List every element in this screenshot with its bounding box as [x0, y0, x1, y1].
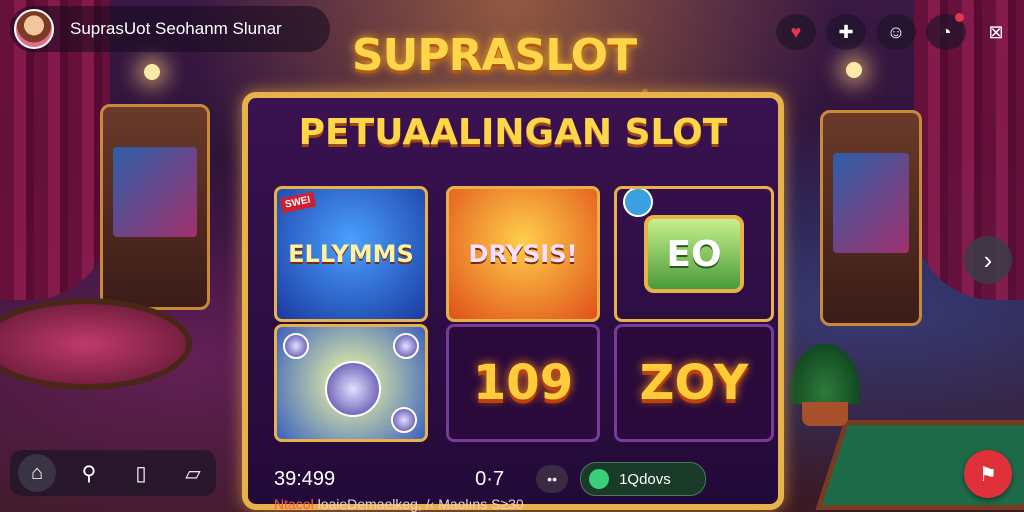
tile-label: DRYSIS!	[468, 240, 578, 268]
flag-icon[interactable]: ⚑	[964, 450, 1012, 498]
tile-label: 109	[472, 355, 574, 411]
game-tile[interactable]	[274, 324, 428, 442]
game-tile[interactable]: SWEI ELLYMMS	[274, 186, 428, 322]
chat-bubble-icon[interactable]: ◔	[926, 13, 966, 50]
ceiling-light	[144, 64, 160, 80]
cat-face-icon[interactable]: ☺	[876, 14, 916, 50]
plant	[790, 344, 860, 404]
footer-body: loaieDemaelkeg, /‹ Maolıns S≥30	[317, 496, 524, 512]
brand-logo: SUPRASLOT	[351, 30, 637, 81]
top-icons: ♥ ✚ ☺ ◔ ⊠	[776, 13, 1016, 50]
tile-label: ELLYMMS	[288, 240, 414, 268]
ceiling-light	[846, 62, 862, 78]
close-box-icon[interactable]: ⊠	[976, 14, 1016, 50]
slot-machine-right	[820, 110, 922, 326]
avatar[interactable]	[14, 9, 54, 49]
roulette-table	[0, 298, 192, 390]
chip-icon	[283, 333, 309, 359]
coin-icon	[589, 469, 610, 489]
footer-highlight: Ntacol	[274, 496, 314, 512]
machine-screen	[113, 147, 197, 237]
pause-button[interactable]: ••	[536, 465, 569, 493]
gallery-icon[interactable]: ▱	[174, 454, 212, 492]
notification-dot	[955, 13, 964, 22]
tile-label: EO	[666, 233, 722, 275]
tile-label: ZOY	[639, 355, 749, 411]
chip-icon	[393, 333, 419, 359]
gem-frame: EO	[644, 215, 744, 293]
machine-screen	[833, 153, 909, 253]
footer-text: Ntacol loaieDemaelkeg, /‹ Maolıns S≥30	[274, 496, 524, 512]
coin-icon	[623, 189, 653, 217]
plant-pot	[802, 402, 848, 426]
top-bar: SuprasUot Seohanm Slunar	[10, 6, 330, 52]
puzzle-icon[interactable]: ✚	[826, 14, 866, 50]
game-tile[interactable]: 109	[446, 324, 600, 442]
tile-badge: SWEI	[279, 191, 316, 214]
home-icon[interactable]: ⌂	[18, 454, 56, 492]
heart-icon[interactable]: ♥	[776, 14, 816, 50]
stat-center: 0·7	[475, 467, 505, 490]
next-arrow-button[interactable]: ›	[964, 236, 1012, 284]
chip-icon	[391, 407, 417, 433]
game-tile[interactable]: EO	[614, 186, 774, 322]
search-icon[interactable]: ⚲	[70, 454, 108, 492]
balance-label: 1Qdovs	[619, 470, 671, 488]
panel-subtitle: PETUAALINGAN SLOT	[298, 112, 728, 153]
slot-machine-left	[100, 104, 210, 310]
book-icon[interactable]: ▯	[122, 454, 160, 492]
game-panel: PETUAALINGAN SLOT SWEI ELLYMMS DRYSIS! E…	[242, 92, 784, 512]
chip-icon	[325, 361, 381, 417]
bottom-nav: ⌂ ⚲ ▯ ▱	[10, 450, 216, 496]
app-title: SuprasUot Seohanm Slunar	[70, 19, 282, 38]
balance-pill[interactable]: 1Qdovs	[580, 462, 707, 496]
game-tile[interactable]: ZOY	[614, 324, 774, 442]
stat-left: 39:499	[274, 467, 336, 490]
stats-bar: 39:499 0·7 •• 1Qdovs	[274, 462, 758, 496]
game-tile[interactable]: DRYSIS!	[446, 186, 600, 322]
